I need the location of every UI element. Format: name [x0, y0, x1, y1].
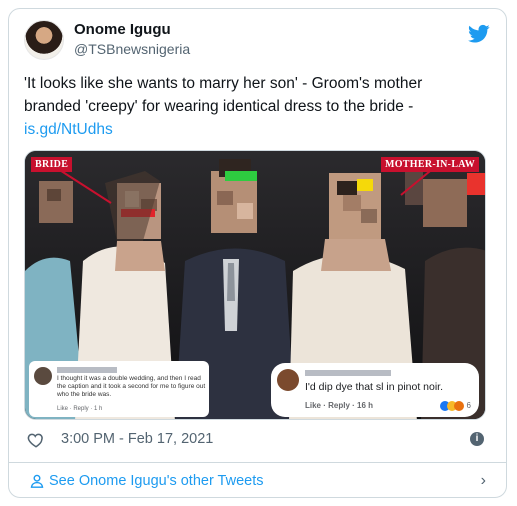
tweet-timestamp[interactable]: 3:00 PM - Feb 17, 2021: [61, 431, 213, 447]
tweet-text: 'It looks like she wants to marry her so…: [24, 72, 464, 141]
tweet-media-photo[interactable]: BRIDE MOTHER-IN-LAW I thought it was a d…: [24, 150, 486, 420]
avatar[interactable]: [24, 20, 64, 60]
other-tweets-row[interactable]: See Onome Igugu's other Tweets ›: [30, 472, 490, 492]
redacted-name: [57, 367, 117, 373]
comment-left-meta: Like · Reply · 1 h: [57, 406, 103, 412]
info-icon[interactable]: i: [470, 432, 484, 446]
sad-reaction-icon: [454, 401, 465, 411]
user-handle[interactable]: @TSBnewsnigeria: [74, 41, 190, 57]
comment-right-text: I'd dip dye that sl in pinot noir.: [305, 381, 444, 393]
tweet-link[interactable]: is.gd/NtUdhs: [24, 121, 113, 138]
twitter-bird-icon[interactable]: [468, 24, 490, 44]
comment-right-meta: Like · Reply · 16 h: [305, 401, 374, 410]
comment-left: I thought it was a double wedding, and t…: [29, 361, 209, 417]
user-name[interactable]: Onome Igugu: [74, 21, 171, 38]
comment-right: I'd dip dye that sl in pinot noir. Like …: [271, 363, 479, 417]
label-mother-in-law: MOTHER-IN-LAW: [380, 157, 479, 172]
heart-icon[interactable]: [27, 431, 45, 449]
footer-divider: [8, 462, 507, 463]
redacted-name: [305, 370, 391, 376]
reaction-group: 6: [440, 401, 471, 411]
chevron-right-icon[interactable]: ›: [481, 472, 486, 490]
label-bride: BRIDE: [31, 157, 73, 172]
reaction-count: 6: [466, 401, 471, 411]
tweet-body: 'It looks like she wants to marry her so…: [24, 75, 423, 115]
person-icon: [30, 474, 44, 488]
other-tweets-link[interactable]: See Onome Igugu's other Tweets: [49, 473, 264, 489]
commenter-avatar: [277, 369, 299, 391]
comment-left-text: I thought it was a double wedding, and t…: [57, 375, 206, 398]
commenter-avatar: [34, 367, 52, 385]
